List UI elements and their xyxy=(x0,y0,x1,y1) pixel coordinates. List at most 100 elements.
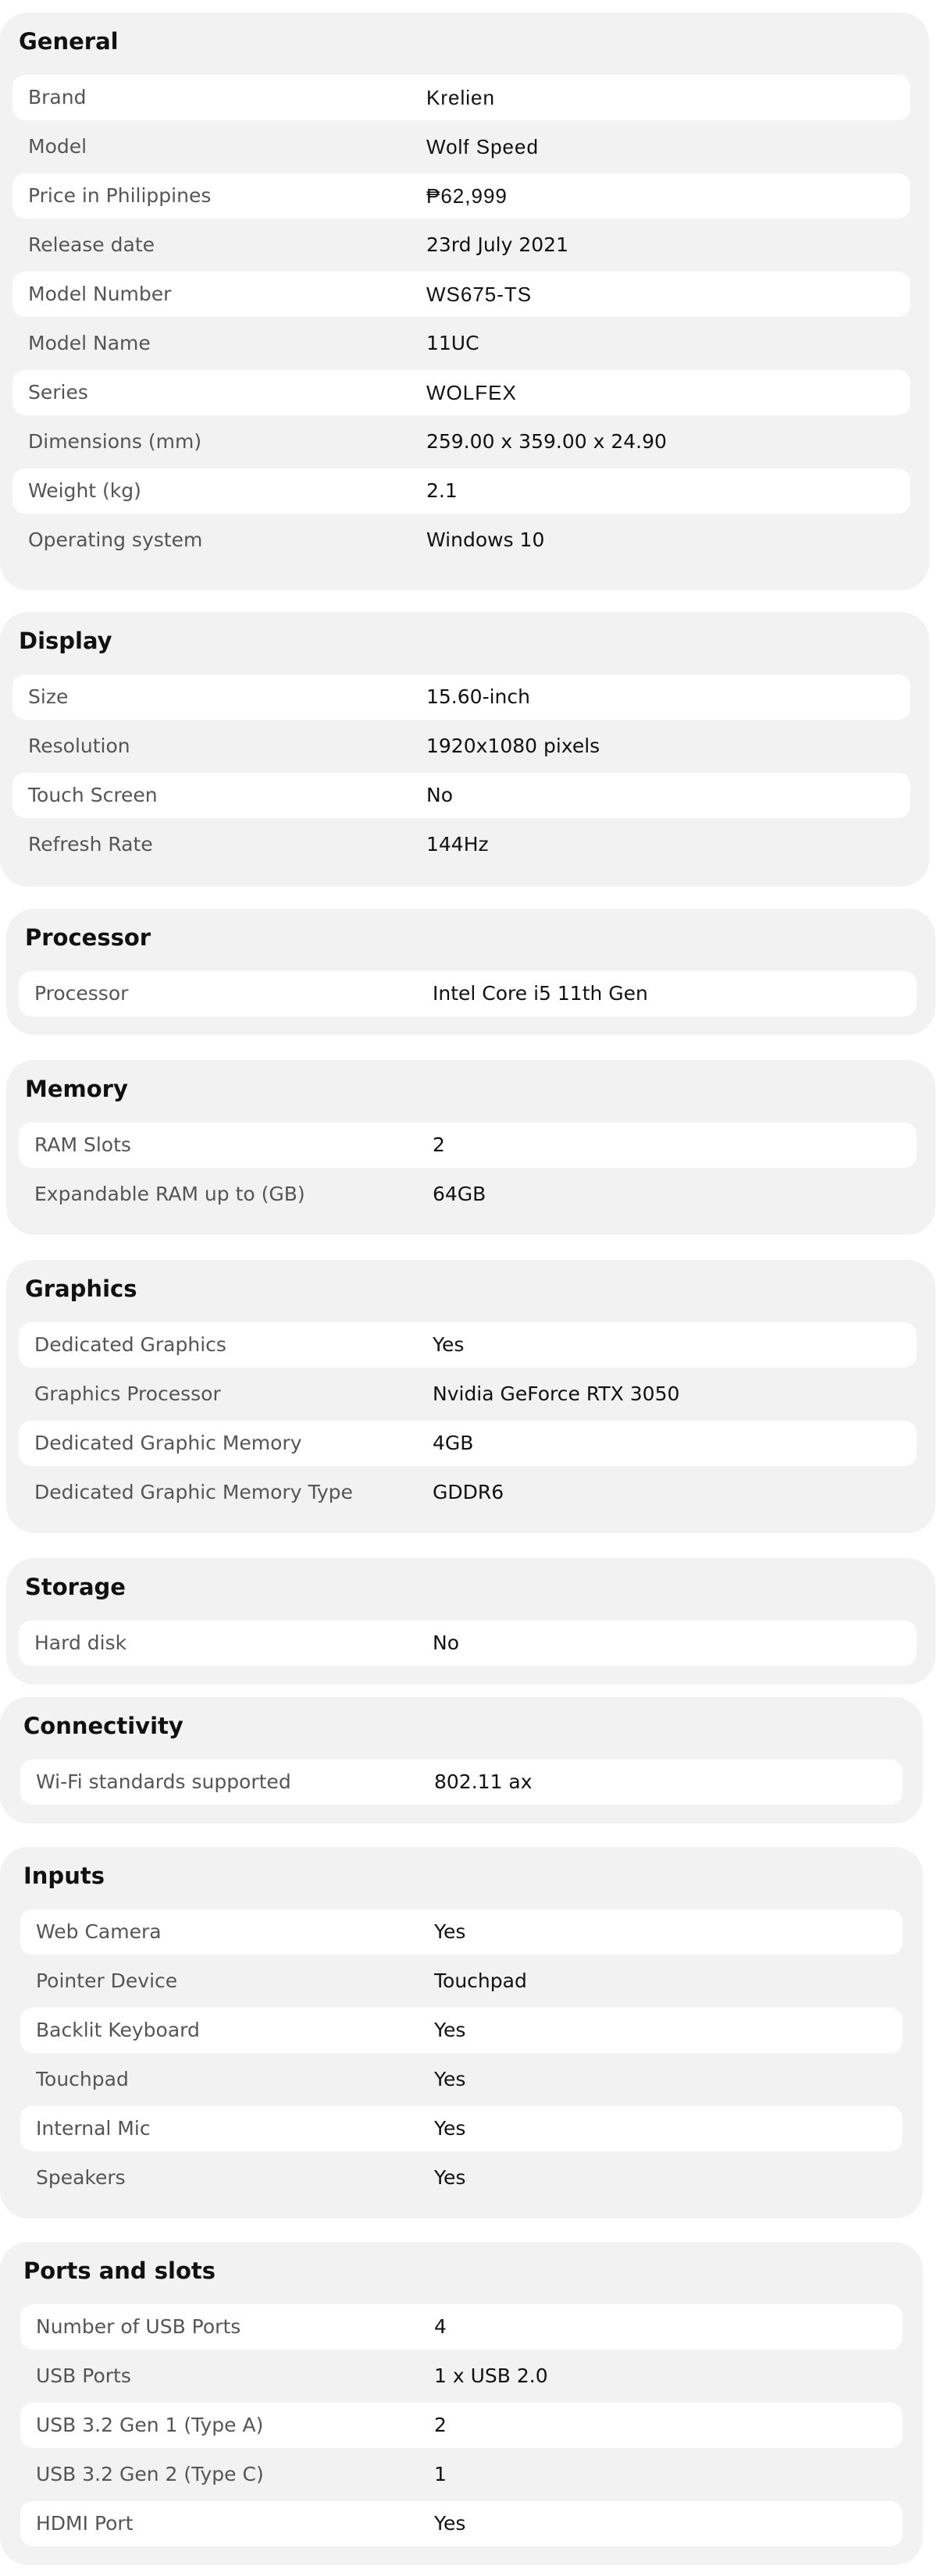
spec-label: Series xyxy=(28,381,88,404)
spec-row: Model Name 11UC xyxy=(12,321,910,366)
spec-row: Number of USB Ports 4 xyxy=(20,2304,903,2350)
spec-label: Dedicated Graphic Memory xyxy=(34,1432,302,1454)
spec-value: 4 xyxy=(434,2315,447,2338)
spec-value: 1 x USB 2.0 xyxy=(434,2364,548,2387)
spec-value: Yes xyxy=(434,2166,466,2189)
spec-row: Model Wolf Speed xyxy=(12,124,910,169)
spec-row: Touch Screen No xyxy=(12,773,910,818)
spec-label: USB 3.2 Gen 1 (Type A) xyxy=(36,2414,264,2436)
spec-label: Resolution xyxy=(28,735,130,757)
spec-row: Hard disk No xyxy=(19,1621,917,1666)
spec-row: Pointer Device Touchpad xyxy=(20,1959,903,2004)
spec-value: Yes xyxy=(434,2117,466,2140)
spec-value: GDDR6 xyxy=(433,1481,504,1503)
spec-row: HDMI Port Yes xyxy=(20,2501,903,2546)
spec-value: 802.11 ax xyxy=(434,1770,533,1793)
section-display: Display Size 15.60-inch Resolution 1920x10… xyxy=(0,612,929,887)
spec-row: USB Ports 1 x USB 2.0 xyxy=(20,2354,903,2399)
spec-label: Processor xyxy=(34,982,129,1005)
section-memory: Memory RAM Slots 2 Expandable RAM up to (… xyxy=(6,1060,935,1235)
section-inputs: Inputs Web Camera Yes Pointer Device Touch… xyxy=(0,1847,923,2218)
spec-row: Graphics Processor Nvidia GeForce RTX 305… xyxy=(19,1372,917,1417)
spec-value: 23rd July 2021 xyxy=(426,233,568,256)
spec-value: Wolf Speed xyxy=(426,135,539,158)
spec-value: No xyxy=(426,784,453,806)
spec-label: Model Name xyxy=(28,332,151,354)
spec-row: RAM Slots 2 xyxy=(19,1123,917,1168)
section-title: Inputs xyxy=(23,1863,105,1889)
spec-label: RAM Slots xyxy=(34,1133,131,1156)
spec-value: 64GB xyxy=(433,1183,486,1205)
spec-row: Web Camera Yes xyxy=(20,1909,903,1955)
spec-value: 2 xyxy=(433,1133,445,1156)
spec-label: Operating system xyxy=(28,528,203,551)
spec-row: Refresh Rate 144Hz xyxy=(12,822,910,867)
spec-label: Weight (kg) xyxy=(28,479,141,502)
spec-row: Dedicated Graphic Memory 4GB xyxy=(19,1421,917,1466)
spec-value: WOLFEX xyxy=(426,381,517,404)
spec-label: Price in Philippines xyxy=(28,184,212,207)
spec-row: Release date 23rd July 2021 xyxy=(12,222,910,268)
section-title: Memory xyxy=(25,1076,128,1102)
spec-value: Yes xyxy=(434,1920,466,1943)
spec-value: Krelien xyxy=(426,86,495,109)
spec-row: Size 15.60-inch xyxy=(12,674,910,720)
spec-row: Weight (kg) 2.1 xyxy=(12,468,910,514)
spec-value: ₱62,999 xyxy=(426,184,508,208)
spec-row: Processor Intel Core i5 11th Gen xyxy=(19,971,917,1016)
spec-label: Expandable RAM up to (GB) xyxy=(34,1183,305,1205)
spec-row: USB 3.2 Gen 2 (Type C) 1 xyxy=(20,2452,903,2497)
spec-row: Dedicated Graphics Yes xyxy=(19,1322,917,1368)
section-general: General Brand Krelien Model Wolf Speed Pri… xyxy=(0,12,929,590)
spec-label: Internal Mic xyxy=(36,2117,151,2140)
spec-value: 144Hz xyxy=(426,833,489,856)
spec-value: Yes xyxy=(434,2019,466,2041)
spec-value: No xyxy=(433,1631,459,1654)
spec-value: Windows 10 xyxy=(426,528,545,551)
section-title: Processor xyxy=(25,924,151,951)
section-title: Storage xyxy=(25,1574,126,1600)
spec-label: Dimensions (mm) xyxy=(28,430,202,453)
spec-label: HDMI Port xyxy=(36,2512,134,2535)
spec-row: Price in Philippines ₱62,999 xyxy=(12,173,910,219)
spec-row: Expandable RAM up to (GB) 64GB xyxy=(19,1172,917,1217)
spec-label: Wi-Fi standards supported xyxy=(36,1770,291,1793)
spec-row: Speakers Yes xyxy=(20,2155,903,2201)
section-title: Graphics xyxy=(25,1276,137,1302)
spec-row: Resolution 1920x1080 pixels xyxy=(12,724,910,769)
spec-row: Backlit Keyboard Yes xyxy=(20,2008,903,2053)
spec-value: Touchpad xyxy=(434,1969,527,1992)
spec-row: Model Number WS675-TS xyxy=(12,272,910,317)
section-title: Ports and slots xyxy=(23,2258,216,2284)
spec-value: Yes xyxy=(434,2512,466,2535)
spec-label: Web Camera xyxy=(36,1920,162,1943)
spec-value: 11UC xyxy=(426,332,479,354)
spec-label: Brand xyxy=(28,86,87,109)
spec-value: 259.00 x 359.00 x 24.90 xyxy=(426,430,667,453)
section-title: Connectivity xyxy=(23,1713,183,1739)
spec-row: Dedicated Graphic Memory Type GDDR6 xyxy=(19,1470,917,1515)
section-processor: Processor Processor Intel Core i5 11th Ge… xyxy=(6,909,935,1035)
spec-label: USB Ports xyxy=(36,2364,131,2387)
spec-value: Nvidia GeForce RTX 3050 xyxy=(433,1382,680,1405)
spec-row: Internal Mic Yes xyxy=(20,2106,903,2151)
spec-value: 1 xyxy=(434,2463,447,2485)
spec-label: Model xyxy=(28,135,87,158)
section-title: General xyxy=(19,28,119,55)
spec-label: Size xyxy=(28,685,69,708)
spec-label: USB 3.2 Gen 2 (Type C) xyxy=(36,2463,264,2485)
spec-label: Backlit Keyboard xyxy=(36,2019,200,2041)
spec-value: 1920x1080 pixels xyxy=(426,735,600,757)
spec-label: Release date xyxy=(28,233,155,256)
spec-label: Hard disk xyxy=(34,1631,127,1654)
spec-label: Dedicated Graphic Memory Type xyxy=(34,1481,353,1503)
spec-value: 15.60-inch xyxy=(426,685,530,708)
spec-value: 4GB xyxy=(433,1432,474,1454)
spec-value: Yes xyxy=(433,1333,465,1356)
spec-label: Touchpad xyxy=(36,2068,129,2090)
section-connectivity: Connectivity Wi-Fi standards supported 80… xyxy=(0,1697,923,1823)
section-title: Display xyxy=(19,628,112,654)
spec-row: Wi-Fi standards supported 802.11 ax xyxy=(20,1759,903,1805)
spec-value: WS675-TS xyxy=(426,283,533,306)
spec-label: Touch Screen xyxy=(28,784,158,806)
